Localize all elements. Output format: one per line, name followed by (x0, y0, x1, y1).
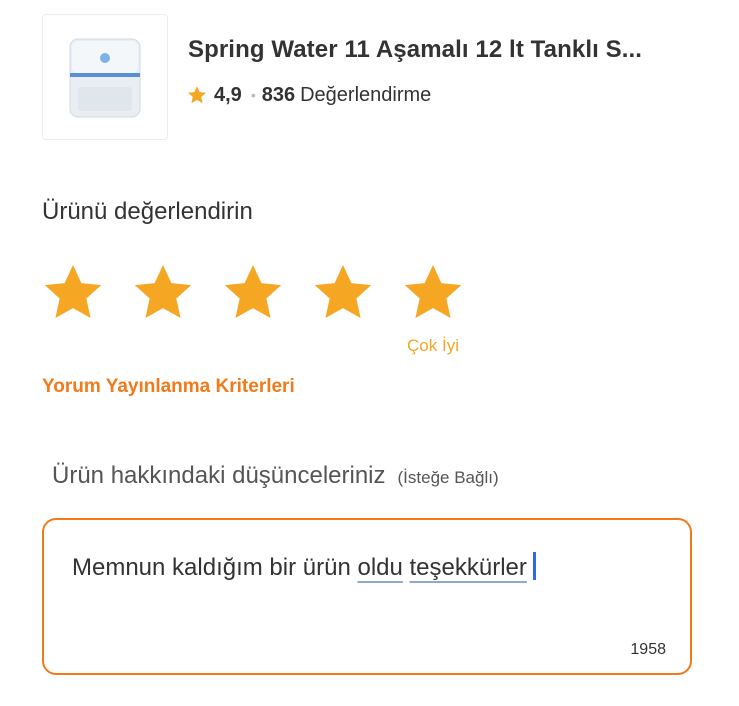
star-icon (134, 264, 192, 319)
selected-rating-label: Çok İyi (407, 336, 459, 355)
rating-value: 4,9 (214, 83, 242, 106)
comment-textarea[interactable]: Memnun kaldığım bir ürün oldu teşekkürle… (42, 518, 692, 675)
star-rating-3[interactable] (220, 260, 286, 326)
text-cursor (532, 552, 536, 580)
star-icon (224, 264, 282, 319)
star-icon (404, 264, 462, 319)
comment-label-text: Ürün hakkındaki düşünceleriniz (52, 462, 386, 489)
rate-section-title: Ürünü değerlendirin (42, 198, 253, 225)
product-title[interactable]: Spring Water 11 Aşamalı 12 lt Tanklı S..… (188, 36, 642, 64)
optional-tag: (İsteğe Bağlı) (397, 468, 499, 487)
separator-dot: • (250, 87, 256, 103)
star-icon (314, 264, 372, 319)
star-rating-5[interactable] (400, 260, 466, 326)
water-purifier-image (69, 38, 141, 118)
star-rating-4[interactable] (310, 260, 376, 326)
star-rating-1[interactable] (40, 260, 106, 326)
review-count-label: Değerlendirme (300, 83, 432, 106)
star-rating[interactable] (40, 260, 490, 326)
remaining-char-count: 1958 (630, 641, 666, 658)
product-image[interactable] (42, 14, 168, 140)
star-rating-2[interactable] (130, 260, 196, 326)
review-criteria-link[interactable]: Yorum Yayınlanma Kriterleri (42, 376, 295, 398)
spellcheck-word: oldu (357, 554, 403, 581)
review-count: 836 (261, 83, 296, 106)
product-rating-row: 4,9 • 836 Değerlendirme (186, 83, 431, 107)
comment-text[interactable]: Memnun kaldığım bir ürün oldu teşekkürle… (72, 552, 536, 582)
comment-text-part: Memnun kaldığım bir ürün (72, 554, 351, 581)
spellcheck-word: teşekkürler (409, 554, 527, 581)
star-icon (44, 264, 102, 319)
star-icon (188, 86, 206, 104)
comment-label: Ürün hakkındaki düşünceleriniz (İsteğe B… (52, 462, 499, 490)
